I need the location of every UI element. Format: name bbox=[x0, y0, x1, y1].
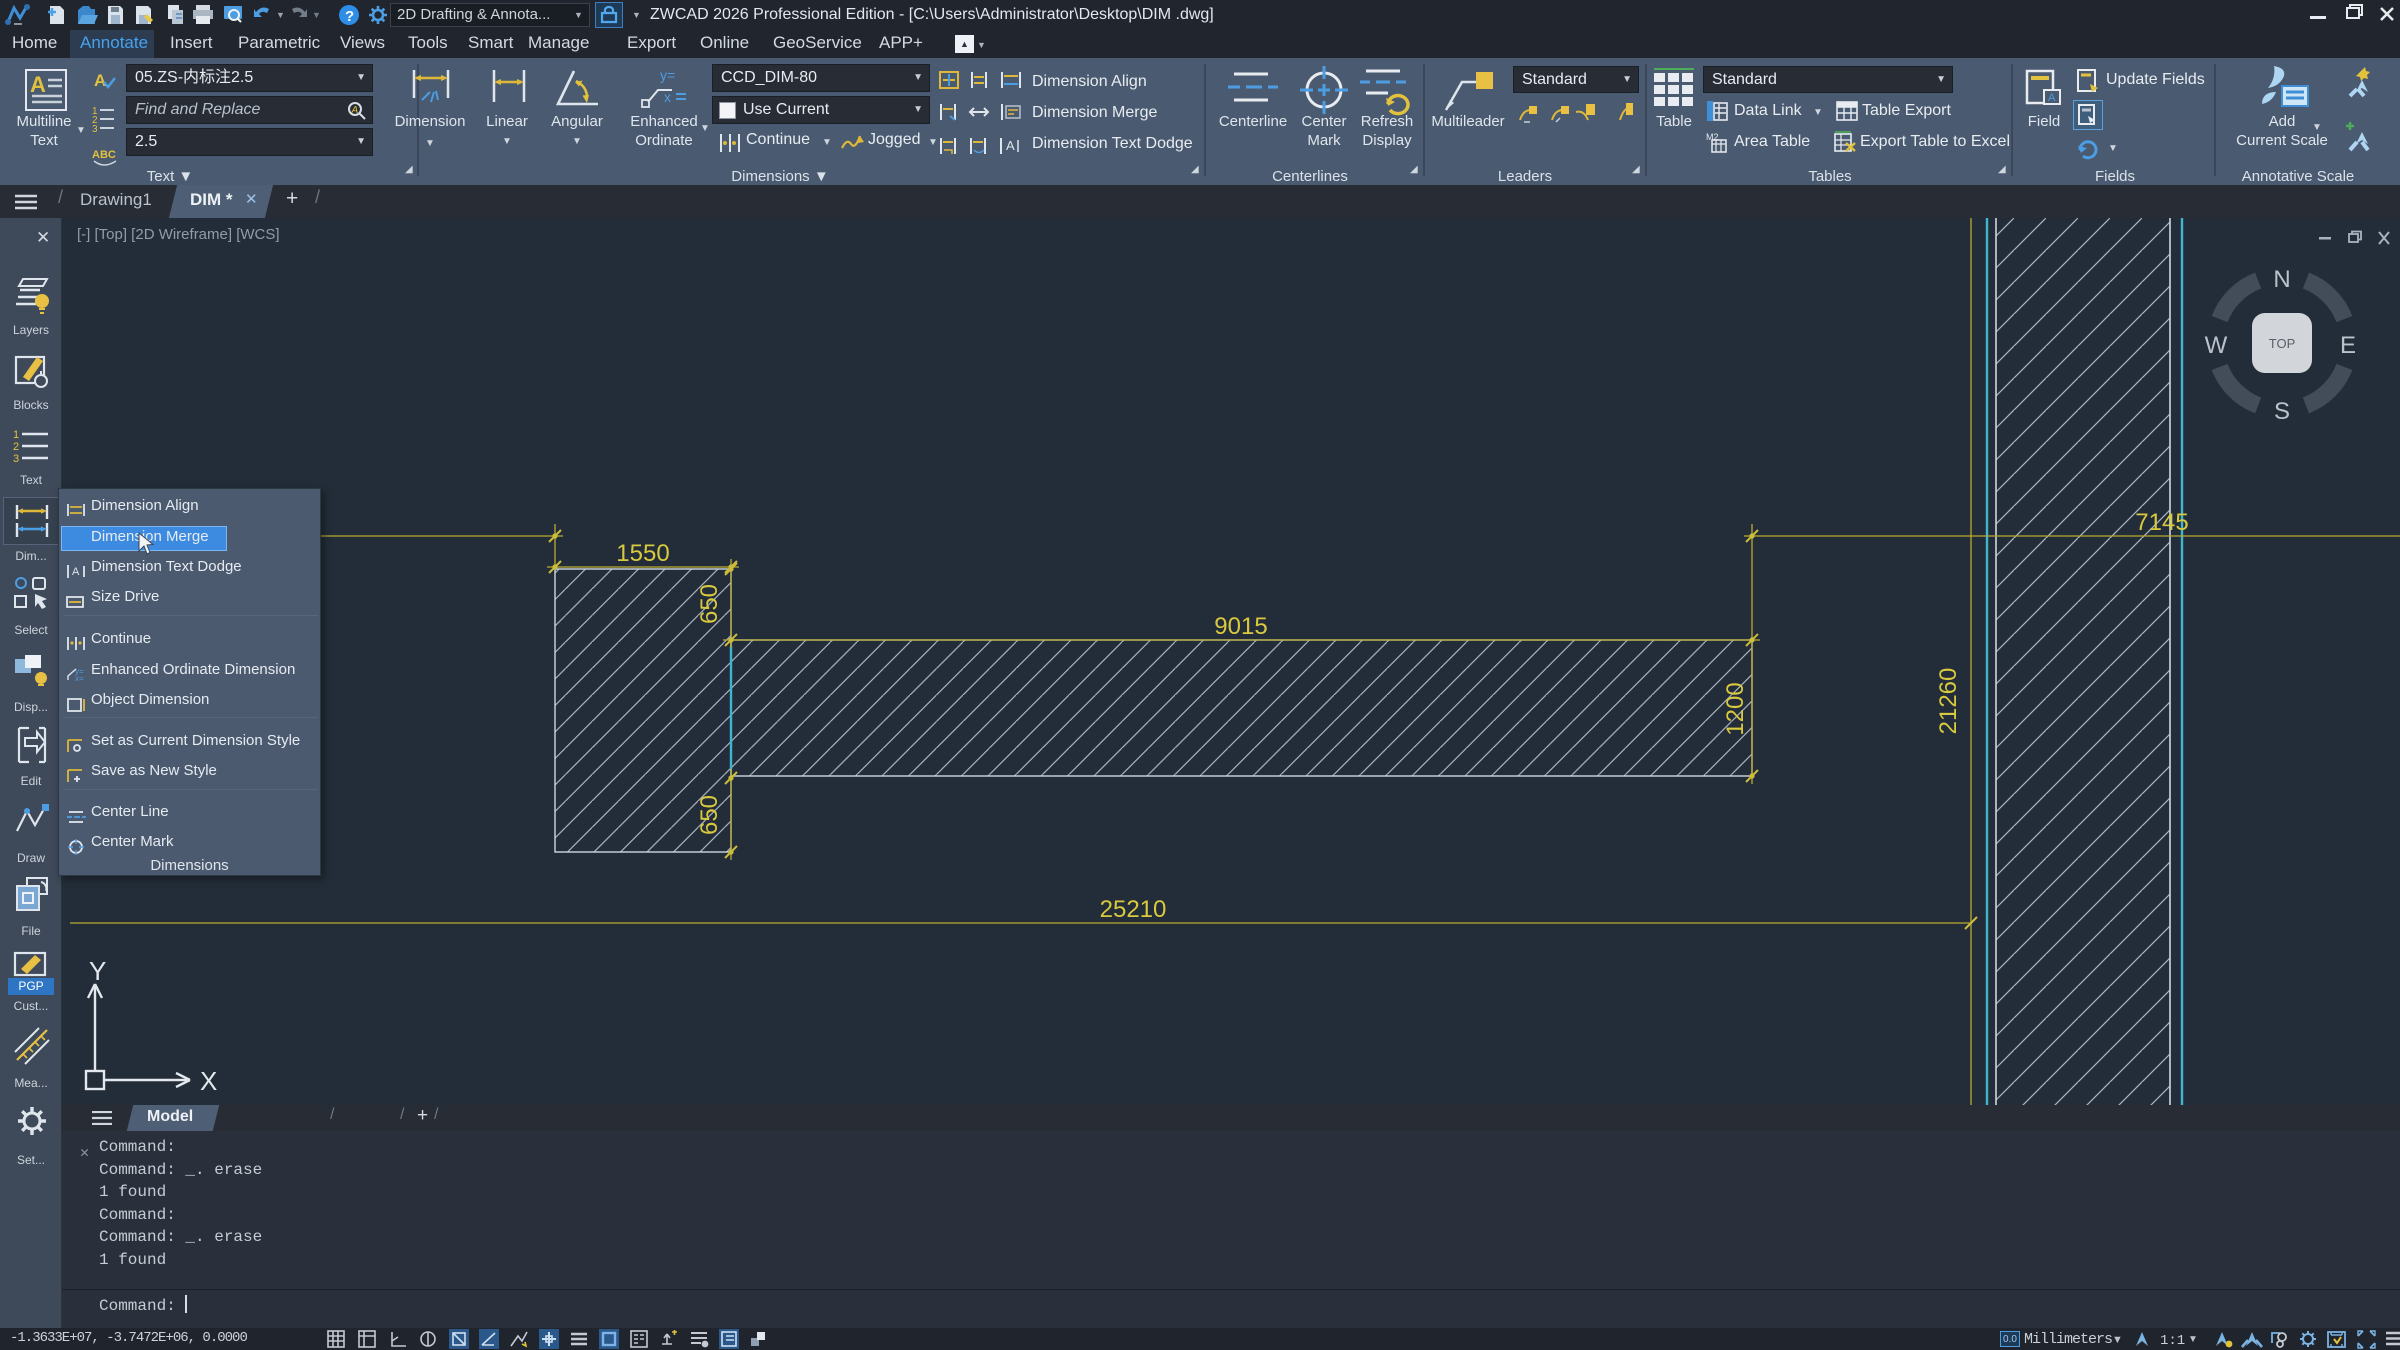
svg-text:21260: 21260 bbox=[1935, 668, 1962, 735]
svg-text:x=: x= bbox=[75, 674, 84, 683]
svg-text:X: X bbox=[200, 1066, 217, 1096]
svg-text:650: 650 bbox=[696, 795, 723, 835]
svg-text:A: A bbox=[30, 72, 46, 97]
svg-text:A: A bbox=[94, 71, 106, 90]
svg-text:ABC: ABC bbox=[92, 149, 116, 161]
svg-text:A: A bbox=[351, 105, 359, 116]
svg-text:▼: ▼ bbox=[312, 10, 321, 20]
svg-text:1550: 1550 bbox=[616, 540, 669, 567]
svg-text:E: E bbox=[2340, 332, 2356, 359]
svg-text:A: A bbox=[1006, 138, 1015, 153]
svg-text:A: A bbox=[2048, 92, 2056, 104]
svg-text:2: 2 bbox=[13, 441, 19, 453]
svg-text:N: N bbox=[2273, 266, 2290, 293]
svg-text:A: A bbox=[72, 566, 80, 578]
svg-text:▼: ▼ bbox=[276, 10, 285, 20]
svg-text:1: 1 bbox=[13, 429, 19, 441]
svg-text:S: S bbox=[2274, 398, 2290, 425]
svg-text:▼: ▼ bbox=[2188, 1334, 2198, 1345]
svg-text:1200: 1200 bbox=[1722, 682, 1749, 735]
svg-text:25210: 25210 bbox=[1100, 896, 1167, 923]
svg-text:650: 650 bbox=[696, 584, 723, 624]
svg-text:TOP: TOP bbox=[2269, 336, 2296, 351]
svg-text:W: W bbox=[2205, 332, 2228, 359]
svg-text:3: 3 bbox=[92, 124, 98, 135]
svg-text:3: 3 bbox=[13, 453, 19, 465]
svg-text:x: x bbox=[664, 89, 671, 105]
svg-text:9015: 9015 bbox=[1214, 613, 1267, 640]
svg-text:7145: 7145 bbox=[2135, 509, 2188, 536]
svg-text:1:1: 1:1 bbox=[2160, 1333, 2185, 1349]
svg-text:Y: Y bbox=[89, 956, 106, 986]
svg-text:?: ? bbox=[345, 8, 354, 25]
svg-text:y=: y= bbox=[660, 67, 675, 83]
